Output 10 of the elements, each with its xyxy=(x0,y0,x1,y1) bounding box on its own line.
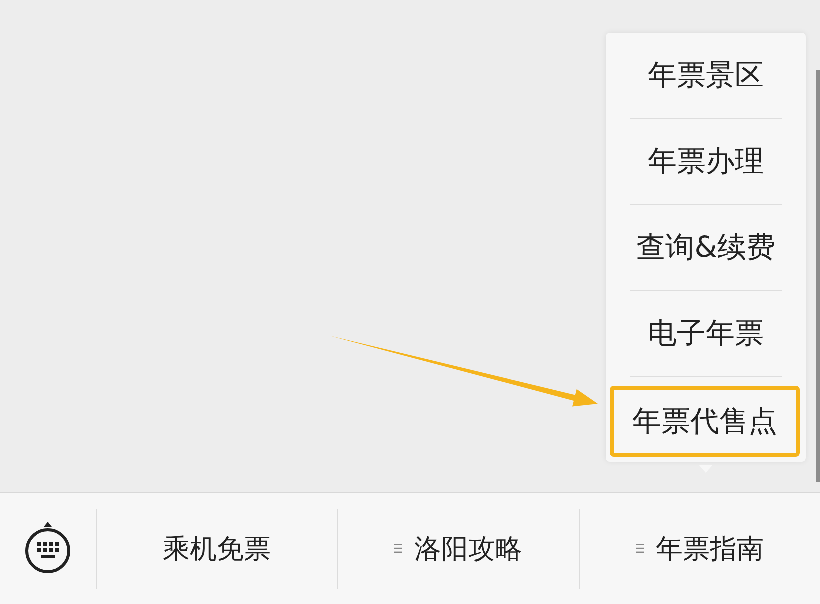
menu-item[interactable]: 电子年票 xyxy=(606,291,806,376)
menu-item[interactable]: 年票办理 xyxy=(606,119,806,204)
keyboard-icon xyxy=(24,520,72,574)
bottom-menu-tab[interactable]: 年票指南 xyxy=(580,493,820,604)
bottom-menu-tab[interactable]: 乘机免票 xyxy=(97,493,338,604)
scrollbar[interactable] xyxy=(816,70,820,482)
menu-item[interactable]: 年票代售点 xyxy=(610,386,800,457)
bottom-menu-tab[interactable]: 洛阳攻略 xyxy=(338,493,579,604)
menu-item[interactable]: 查询&续费 xyxy=(606,205,806,290)
menu-item[interactable]: 年票景区 xyxy=(606,33,806,118)
